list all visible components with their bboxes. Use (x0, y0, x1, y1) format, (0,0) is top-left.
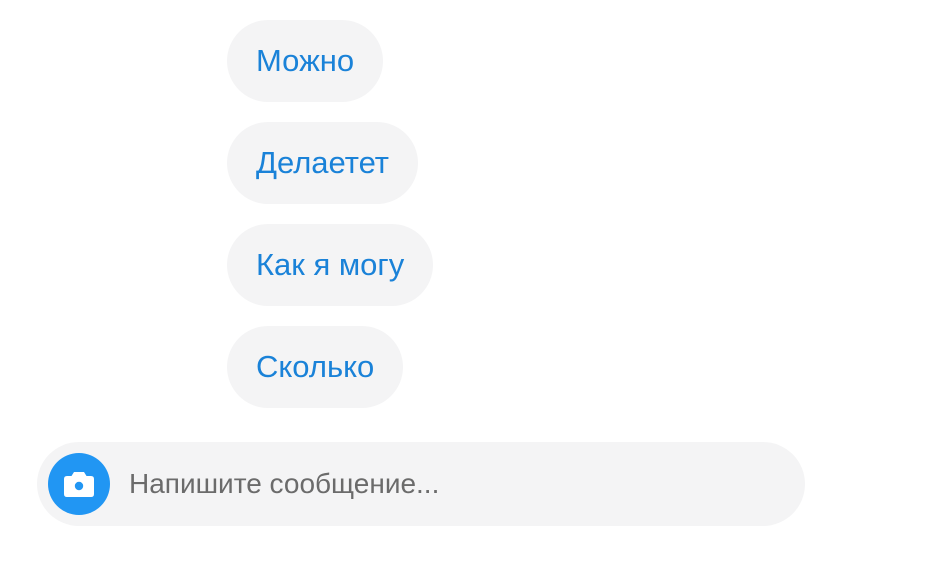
message-composer (37, 442, 805, 526)
camera-button[interactable] (48, 453, 110, 515)
quick-reply-skolko[interactable]: Сколько (227, 326, 404, 408)
quick-reply-kak-ya-mogu[interactable]: Как я могу (227, 224, 434, 306)
message-input[interactable] (129, 468, 769, 500)
chat-page: Можно Делаетет Как я могу Сколько (0, 0, 939, 564)
quick-reply-mozhno[interactable]: Можно (227, 20, 384, 102)
quick-reply-delaetet[interactable]: Делаетет (227, 122, 419, 204)
camera-icon (64, 472, 94, 497)
quick-replies: Можно Делаетет Как я могу Сколько (227, 20, 434, 408)
